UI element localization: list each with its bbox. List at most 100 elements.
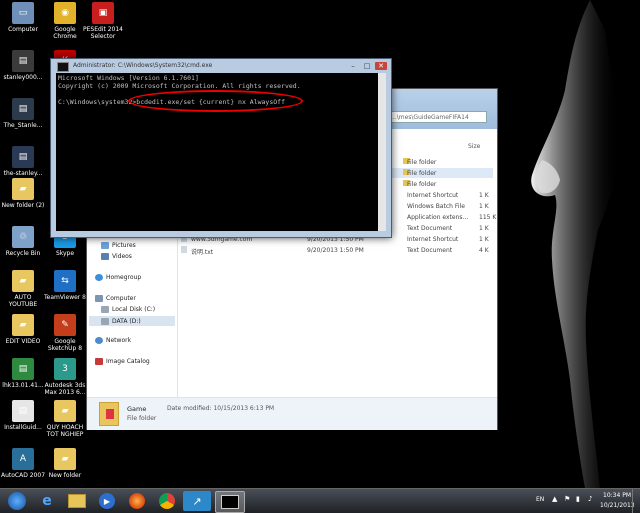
image-catalog-icon xyxy=(95,358,103,365)
chrome-icon xyxy=(159,493,175,509)
clock-date[interactable]: 10/21/2013 xyxy=(600,502,635,509)
file-type: File folder xyxy=(407,181,437,188)
nav-network[interactable]: Network xyxy=(95,337,131,344)
desktop-icon-label: InstallGuid... xyxy=(4,424,42,431)
desktop-icon[interactable]: ▰ EDIT VIDEO xyxy=(0,314,46,345)
desktop-icon[interactable]: ▣ PESEdit 2014 Selector xyxy=(80,2,126,40)
cmd-icon xyxy=(57,62,69,72)
show-desktop-button[interactable] xyxy=(632,489,640,513)
videos-icon xyxy=(101,253,109,260)
file-size: 115 K xyxy=(479,214,497,221)
nav-pictures[interactable]: Pictures xyxy=(101,242,136,249)
arrow-icon: ↗ xyxy=(192,494,202,508)
desktop-icon-image: ▤ xyxy=(12,50,34,72)
cmd-scrollbar[interactable] xyxy=(378,73,386,231)
nav-videos[interactable]: Videos xyxy=(101,253,132,260)
firefox-icon xyxy=(129,493,145,509)
clock-time[interactable]: 10:34 PM xyxy=(603,492,631,499)
desktop-icon-label: Recycle Bin xyxy=(5,250,41,257)
volume-icon[interactable]: ♪ xyxy=(588,495,592,503)
flag-icon[interactable]: ⚑ xyxy=(564,495,570,503)
cmd-prompt: C:\Windows\system32> xyxy=(58,98,137,106)
desktop-icon-label: New folder xyxy=(48,472,82,479)
desktop-icon[interactable]: 3 Autodesk 3ds Max 2013 6... xyxy=(42,358,88,396)
desktop-icon[interactable]: ▰ QUY HOACH TOT NGHIEP xyxy=(42,400,88,438)
desktop-icon-label: Computer xyxy=(8,26,38,33)
cmd-window[interactable]: Administrator: C:\Windows\System32\cmd.e… xyxy=(50,58,392,238)
nav-homegroup-label: Homegroup xyxy=(106,274,142,281)
show-hidden-icons[interactable]: ▲ xyxy=(552,495,557,503)
desktop-icon-label: stanley000... xyxy=(3,74,43,81)
taskbar-media-player[interactable]: ▶ xyxy=(93,491,121,511)
nav-local-disk[interactable]: Local Disk (C:) xyxy=(101,306,155,313)
nav-network-label: Network xyxy=(106,337,132,344)
file-icon xyxy=(181,246,187,253)
desktop-icon-image: ▰ xyxy=(54,400,76,422)
desktop-icon-image: ✎ xyxy=(54,314,76,336)
desktop-icon-image: ♲ xyxy=(12,226,34,248)
desktop-icon[interactable]: ▤ InstallGuid... xyxy=(0,400,46,431)
nav-computer-label: Computer xyxy=(106,295,136,302)
taskbar-ie[interactable]: e xyxy=(33,491,61,511)
desktop-icon-image: ▤ xyxy=(12,98,34,120)
desktop-icon-label: EDIT VIDEO xyxy=(5,338,41,345)
desktop-icon[interactable]: A AutoCAD 2007 xyxy=(0,448,46,479)
desktop-icon-image: 3 xyxy=(54,358,76,380)
nav-computer[interactable]: Computer xyxy=(95,295,136,302)
desktop-icon-image: ▤ xyxy=(12,146,34,168)
nav-pictures-label: Pictures xyxy=(112,242,136,249)
start-button[interactable] xyxy=(3,491,31,511)
drive-icon xyxy=(101,317,109,325)
computer-icon xyxy=(95,295,103,302)
taskbar-firefox[interactable] xyxy=(123,491,151,511)
desktop-icon[interactable]: ▤ The_Stanle... xyxy=(0,98,46,129)
file-size: 1 K xyxy=(479,203,489,210)
desktop-icon-label: Skype xyxy=(55,250,75,257)
nav-image-catalog[interactable]: Image Catalog xyxy=(95,358,150,365)
desktop-icon-image: ▰ xyxy=(12,270,34,292)
network-icon[interactable]: ▮ xyxy=(576,495,580,503)
desktop-icon-label: New folder (2) xyxy=(1,202,45,209)
nav-homegroup[interactable]: Homegroup xyxy=(95,274,141,281)
desktop-icon[interactable]: ▰ AUTO YOUTUBE xyxy=(0,270,46,308)
maximize-button[interactable]: □ xyxy=(361,62,373,70)
file-row[interactable]: 说明.txt 9/20/2013 1:50 PM Text Document 4 K xyxy=(177,245,493,256)
desktop-icon[interactable]: ▰ New folder (2) xyxy=(0,178,46,209)
desktop-icon-label: TeamViewer 8 xyxy=(44,294,86,301)
nav-data-label: DATA (D:) xyxy=(112,317,141,325)
desktop-icon-image: ▰ xyxy=(54,448,76,470)
desktop-icon-image: ▭ xyxy=(12,2,34,24)
close-button[interactable]: ✕ xyxy=(375,62,387,70)
file-type: Internet Shortcut xyxy=(407,236,459,243)
desktop-icon-label: Google SketchUp 8 xyxy=(47,338,83,352)
desktop-icon-image: ▣ xyxy=(92,2,114,24)
desktop-icon[interactable]: ⇆ TeamViewer 8 xyxy=(42,270,88,301)
desktop-icon[interactable]: ♲ Recycle Bin xyxy=(0,226,46,257)
desktop-icon[interactable]: ▤ stanley000... xyxy=(0,50,46,81)
taskbar-chrome[interactable] xyxy=(153,491,181,511)
file-size: 1 K xyxy=(479,225,489,232)
file-size: 4 K xyxy=(479,247,489,254)
desktop-icon-image: ▤ xyxy=(12,358,34,380)
taskbar-app[interactable]: ↗ xyxy=(183,491,211,511)
nav-data-drive[interactable]: DATA (D:) xyxy=(89,316,175,326)
desktop-icon[interactable]: ▤ lhk13.01.41... xyxy=(0,358,46,389)
desktop-icon[interactable]: ▤ the-stanley... xyxy=(0,146,46,177)
file-name: 说明.txt xyxy=(191,249,214,256)
language-indicator[interactable]: EN xyxy=(536,496,544,503)
desktop-icon[interactable]: ▰ New folder xyxy=(42,448,88,479)
taskbar-explorer[interactable] xyxy=(63,491,91,511)
explorer-address-bar[interactable]: ...\mes\GuideGameFIFA14 xyxy=(387,111,487,123)
desktop-icon[interactable]: ▭ Computer xyxy=(0,2,46,33)
file-type: Text Document xyxy=(407,225,453,232)
desktop-icon-image: A xyxy=(12,448,34,470)
minimize-button[interactable]: – xyxy=(347,62,359,70)
homegroup-icon xyxy=(95,274,103,281)
pictures-icon xyxy=(101,242,109,249)
taskbar-cmd[interactable] xyxy=(215,491,245,513)
desktop-icon-label: Autodesk 3ds Max 2013 6... xyxy=(44,382,86,396)
cmd-title: Administrator: C:\Windows\System32\cmd.e… xyxy=(73,62,213,69)
column-size[interactable]: Size xyxy=(468,143,480,150)
desktop-icon[interactable]: ✎ Google SketchUp 8 xyxy=(42,314,88,352)
cmd-line-2: Copyright (c) 2009 Microsoft Corporation… xyxy=(58,82,301,90)
